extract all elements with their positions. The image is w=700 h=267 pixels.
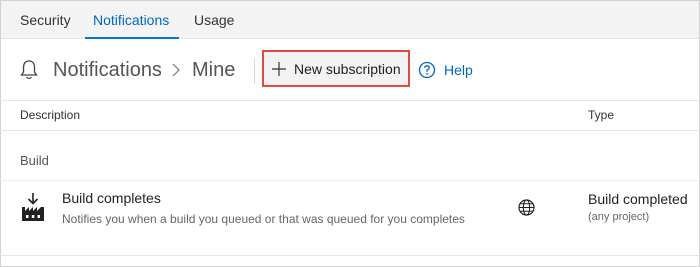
subscription-type-detail: (any project) bbox=[588, 211, 650, 223]
help-circle-icon bbox=[418, 61, 436, 79]
tab-usage[interactable]: Usage bbox=[194, 1, 234, 39]
subscription-type: Build completed bbox=[588, 191, 688, 207]
tab-notifications[interactable]: Notifications bbox=[84, 1, 180, 39]
page-header: Notifications Mine New subscription Help bbox=[0, 40, 700, 100]
help-label: Help bbox=[444, 62, 473, 78]
new-subscription-button[interactable]: New subscription bbox=[262, 50, 410, 87]
globe-icon bbox=[518, 199, 535, 216]
table-bottom-divider bbox=[0, 255, 700, 256]
tab-security[interactable]: Security bbox=[20, 1, 71, 39]
column-description[interactable]: Description bbox=[20, 108, 80, 122]
table-header: Description Type bbox=[0, 100, 700, 131]
table-row[interactable]: Build completes Notifies you when a buil… bbox=[0, 181, 700, 255]
plus-icon bbox=[272, 62, 286, 76]
header-divider bbox=[254, 58, 255, 84]
breadcrumb-mine: Mine bbox=[192, 59, 236, 81]
subscription-title: Build completes bbox=[62, 190, 161, 206]
chevron-right-icon bbox=[172, 63, 180, 77]
column-type[interactable]: Type bbox=[588, 108, 614, 122]
build-icon bbox=[22, 193, 44, 221]
bell-icon bbox=[20, 60, 38, 80]
group-header-build[interactable]: Build bbox=[20, 153, 49, 168]
breadcrumb-notifications[interactable]: Notifications bbox=[53, 59, 162, 82]
subscription-description: Notifies you when a build you queued or … bbox=[62, 212, 465, 226]
tab-bar: Security Notifications Usage bbox=[1, 1, 699, 39]
new-subscription-label: New subscription bbox=[294, 61, 401, 77]
